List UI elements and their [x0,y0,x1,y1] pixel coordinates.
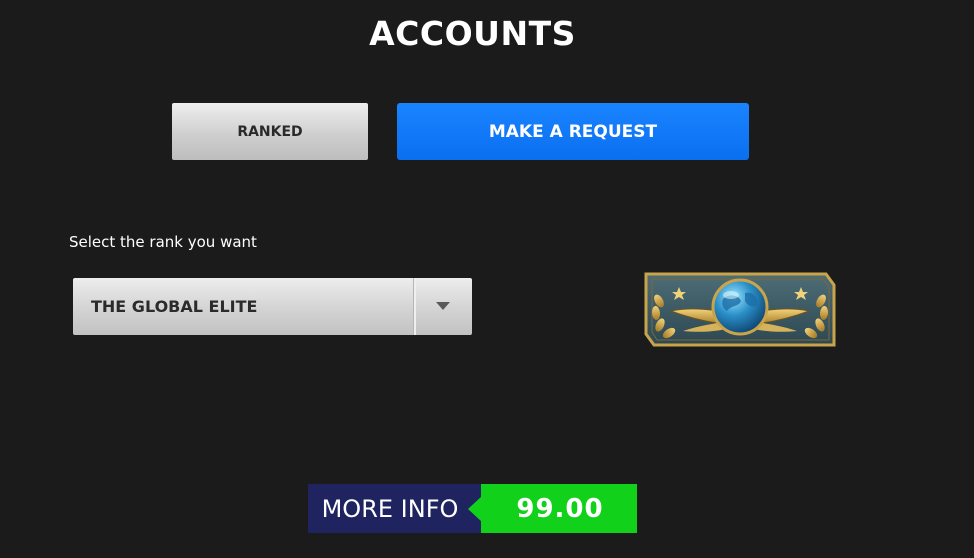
more-info-button[interactable]: MORE INFO [308,484,482,533]
global-elite-badge-icon [644,272,836,347]
ranked-button[interactable]: RANKED [172,103,368,160]
rank-select-label: Select the rank you want [69,233,257,251]
price-display: 99.00 [481,484,637,533]
chevron-down-icon[interactable] [436,302,450,310]
rank-dropdown[interactable]: THE GLOBAL ELITE [73,278,472,335]
page-title: ACCOUNTS [369,14,576,53]
make-request-button[interactable]: MAKE A REQUEST [397,103,749,160]
rank-dropdown-value: THE GLOBAL ELITE [91,297,258,316]
more-info-button-label: MORE INFO [321,494,459,523]
ranked-button-label: RANKED [237,123,303,140]
make-request-button-label: MAKE A REQUEST [488,121,658,142]
price-value: 99.00 [516,493,604,524]
price-pointer [468,496,482,522]
rank-dropdown-divider [414,278,416,335]
